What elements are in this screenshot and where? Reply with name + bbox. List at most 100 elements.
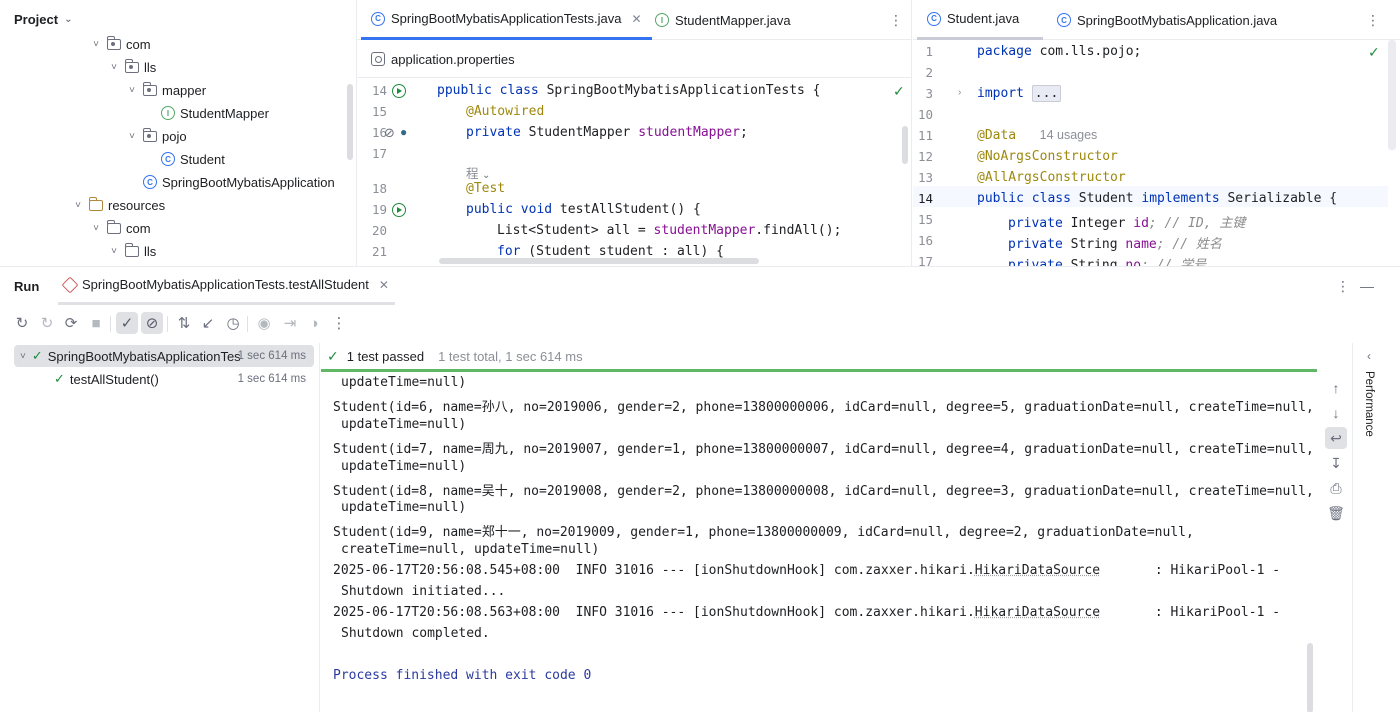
history-icon[interactable]: ◷ — [222, 312, 244, 334]
project-tree-item[interactable]: ˅ mapper — [126, 79, 206, 101]
run-tab[interactable]: SpringBootMybatisApplicationTests.testAl… — [58, 267, 395, 305]
class-link[interactable]: HikariDataSource — [975, 563, 1100, 578]
tab-label: SpringBootMybatisApplicationTests.java — [391, 11, 622, 26]
more-icon[interactable]: ⋮ — [328, 312, 350, 334]
line-number: 18 — [371, 181, 387, 196]
project-tree-item[interactable]: ˅ pojo — [126, 125, 187, 147]
tree-item-label: pojo — [162, 128, 187, 144]
more-icon[interactable]: ⋮ — [889, 12, 903, 29]
project-panel: Project ⌄ ˅ com ˅ lls ˅ mapper I StudentMapper ˅… — [0, 0, 357, 266]
chevron-down-icon[interactable]: ˅ — [108, 62, 120, 73]
tree-item-label: StudentMapper — [180, 105, 269, 121]
rerun-automatically-icon[interactable]: ⟳ — [60, 312, 82, 334]
project-tree-item[interactable]: C SpringBootMybatisApplication — [126, 171, 335, 193]
project-tree-item[interactable]: ˅ lls — [108, 56, 156, 78]
line-number: 10 — [917, 107, 933, 122]
rerun-failed-icon[interactable]: ↻ — [36, 312, 58, 334]
sort-icon[interactable]: ⇅ — [173, 312, 195, 334]
print-icon[interactable]: ⎙ — [1325, 477, 1347, 499]
folded-imports[interactable]: ... — [1031, 85, 1062, 102]
coverage-icon[interactable]: ◑ — [303, 312, 325, 334]
chevron-down-icon[interactable]: ˅ — [90, 223, 102, 234]
chevron-left-icon[interactable]: ‹ — [1367, 349, 1371, 363]
more-icon[interactable]: ⋮ — [1336, 278, 1350, 295]
performance-tool-tab[interactable]: Performance — [1363, 371, 1375, 437]
project-tree-item[interactable]: ˅ lls — [108, 240, 156, 262]
tree-item-label: Student — [180, 151, 225, 167]
properties-icon — [371, 52, 385, 66]
line-number: 20 — [371, 223, 387, 238]
fold-icon[interactable]: › — [958, 87, 961, 98]
package-icon — [143, 127, 157, 142]
tab-application-java[interactable]: C SpringBootMybatisApplication.java — [1047, 0, 1287, 40]
project-tree-item[interactable]: I StudentMapper — [144, 102, 269, 124]
show-passed-icon[interactable]: ✓ — [116, 312, 138, 334]
passed-icon: ✓ — [31, 348, 43, 363]
project-tree-item[interactable]: ˅ com — [90, 217, 151, 239]
tab-application-properties[interactable]: application.properties — [361, 40, 525, 78]
inlay-hint[interactable]: 程 ⌄ — [466, 163, 490, 182]
stop-icon[interactable]: ■ — [85, 312, 107, 334]
bean-icon[interactable]: ● — [400, 125, 407, 139]
collapse-icon[interactable]: ↙ — [197, 312, 219, 334]
console-line: 2025-06-17T20:56:08.545+08:00 INFO 31016… — [333, 563, 1281, 579]
editor-hscrollbar[interactable] — [439, 258, 759, 264]
project-tree-item[interactable]: ˅ com — [90, 33, 151, 55]
line-number: 11 — [917, 128, 933, 143]
tree-item-label: com — [126, 220, 151, 236]
code-line: private Integer id; // ID, 主键 — [1008, 216, 1246, 231]
arrow-down-icon[interactable]: ↓ — [1325, 402, 1347, 424]
inspection-ok-icon[interactable]: ✓ — [1368, 44, 1380, 61]
import-icon[interactable]: ⇥ — [279, 312, 301, 334]
console-line: updateTime=null) — [341, 500, 467, 516]
top-area: Project ⌄ ˅ com ˅ lls ˅ mapper I StudentMapper ˅… — [0, 0, 1400, 266]
tab-tests-java[interactable]: C SpringBootMybatisApplicationTests.java… — [361, 0, 652, 40]
chevron-down-icon[interactable]: ˅ — [20, 351, 26, 362]
passed-icon: ✓ — [54, 371, 65, 386]
chevron-down-icon[interactable]: ˅ — [72, 200, 84, 211]
run-test-icon[interactable] — [392, 203, 406, 217]
soft-wrap-icon[interactable]: ↩ — [1325, 427, 1347, 449]
tab-label: application.properties — [391, 51, 515, 67]
line-number: 17 — [371, 146, 387, 161]
trash-icon[interactable]: 🗑 — [1325, 502, 1347, 524]
chevron-down-icon[interactable]: ˅ — [108, 246, 120, 257]
minimize-icon[interactable]: — — [1360, 278, 1374, 294]
inspection-ok-icon[interactable]: ✓ — [893, 83, 905, 100]
console-scrollbar[interactable] — [1307, 643, 1313, 712]
passed-icon: ✓ — [327, 347, 339, 364]
line-number: 14 — [371, 83, 387, 98]
editor-scrollbar[interactable] — [902, 126, 908, 164]
show-ignored-icon[interactable]: ⊘ — [141, 312, 163, 334]
rerun-icon[interactable]: ↻ — [11, 312, 33, 334]
close-icon[interactable]: ✕ — [632, 12, 642, 26]
project-tree-item[interactable]: ˅ resources — [72, 194, 165, 216]
chevron-down-icon[interactable]: ˅ — [90, 39, 102, 50]
tab-studentmapper-java[interactable]: I StudentMapper.java — [645, 0, 801, 40]
line-number: 15 — [917, 212, 933, 227]
camera-icon[interactable]: ◉ — [253, 312, 275, 334]
close-icon[interactable]: ✕ — [379, 278, 389, 292]
console-line: createTime=null, updateTime=null) — [341, 542, 600, 558]
test-tree-item[interactable]: ˅ ✓ SpringBootMybatisApplicationTes 1 sec 6… — [14, 345, 314, 367]
more-icon[interactable]: ⋮ — [1366, 12, 1380, 29]
project-tree-item[interactable]: C Student — [144, 148, 225, 170]
class-icon: C — [371, 11, 385, 26]
editor-scrollbar[interactable] — [1388, 40, 1396, 150]
project-scrollbar[interactable] — [347, 84, 353, 160]
usages-hint[interactable]: 14 usages — [1040, 128, 1098, 142]
project-header[interactable]: Project ⌄ — [14, 12, 72, 27]
class-link[interactable]: HikariDataSource — [975, 605, 1100, 620]
tab-student-java[interactable]: C Student.java — [917, 0, 1043, 40]
chevron-down-icon[interactable]: ˅ — [126, 85, 138, 96]
arrow-up-icon[interactable]: ↑ — [1325, 377, 1347, 399]
editor-student: C Student.java C SpringBootMybatisApplic… — [913, 0, 1400, 266]
test-tree-item[interactable]: ✓ testAllStudent() 1 sec 614 ms — [14, 368, 314, 390]
code-line: private String no; // 学号 — [1008, 258, 1207, 266]
chevron-down-icon[interactable]: ˅ — [126, 131, 138, 142]
no-beans-icon[interactable]: ⊘ — [384, 125, 395, 141]
scroll-to-end-icon[interactable]: ↧ — [1325, 452, 1347, 474]
run-test-icon[interactable] — [392, 84, 406, 98]
folder-icon — [107, 219, 121, 234]
folder-icon — [89, 196, 103, 211]
